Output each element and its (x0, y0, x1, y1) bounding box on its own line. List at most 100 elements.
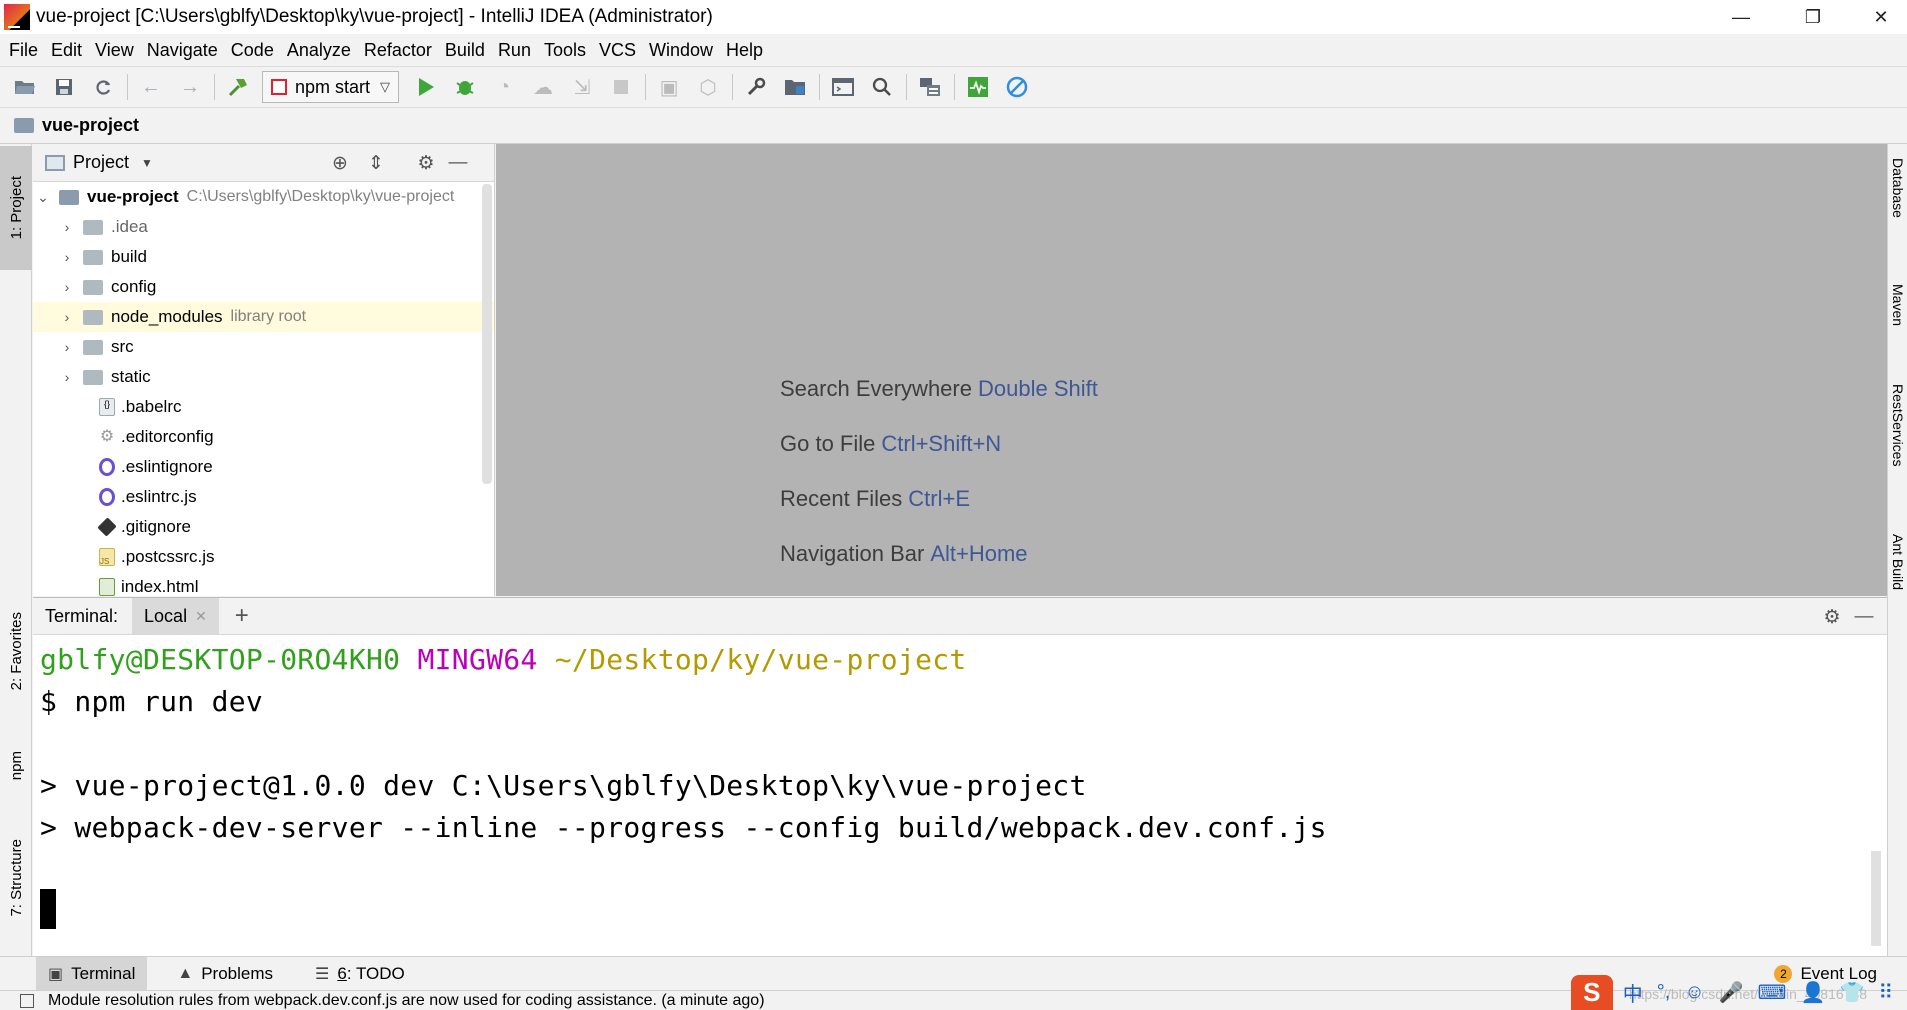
run-icon[interactable] (411, 72, 441, 102)
tool-tab-database-label: Database (1890, 158, 1906, 218)
terminal-scrollbar[interactable] (1871, 851, 1881, 946)
collapsed-arrow-icon[interactable]: › (59, 369, 75, 385)
back-icon[interactable]: ← (136, 72, 166, 102)
shirt-icon[interactable]: 👕 (1839, 980, 1864, 1005)
tree-item-config[interactable]: › config (33, 272, 494, 302)
menu-refactor[interactable]: Refactor (359, 40, 437, 61)
run-config-select[interactable]: npm start ▽ (262, 71, 400, 103)
build-icon[interactable] (223, 72, 253, 102)
tree-item-babelrc[interactable]: {} .babelrc (33, 392, 494, 422)
collapsed-arrow-icon[interactable]: › (59, 219, 75, 235)
menu-code[interactable]: Code (226, 40, 279, 61)
menu-help[interactable]: Help (721, 40, 768, 61)
user-icon[interactable]: 👤 (1801, 980, 1826, 1005)
ime-logo-icon[interactable]: S (1570, 975, 1613, 1010)
collapsed-arrow-icon[interactable]: › (59, 279, 75, 295)
breadcrumb-project[interactable]: vue-project (42, 115, 139, 136)
close-button[interactable]: ✕ (1853, 0, 1907, 34)
tree-item-gitignore[interactable]: .gitignore (33, 512, 494, 542)
status-message[interactable]: Module resolution rules from webpack.dev… (48, 992, 765, 1010)
tool-tab-database[interactable]: Database (1888, 158, 1907, 258)
tree-item-index-html[interactable]: index.html (33, 572, 494, 596)
emoji-icon[interactable]: ☺ (1684, 981, 1704, 1004)
project-view-selector[interactable]: Project (73, 152, 129, 173)
bottom-tab-todo[interactable]: ☰ 6: TODO (303, 957, 417, 990)
tool-tab-project[interactable]: 1: Project (0, 146, 32, 270)
debug-icon[interactable] (450, 72, 480, 102)
terminal-tab-local[interactable]: Local ✕ (132, 598, 219, 634)
menu-analyze[interactable]: Analyze (282, 40, 356, 61)
stop-icon[interactable] (606, 72, 636, 102)
ime-language-indicator[interactable]: 中 (1623, 978, 1643, 1007)
tool-tab-maven[interactable]: Maven (1888, 284, 1907, 364)
navigation-bar: vue-project (0, 108, 1907, 144)
tool-tab-structure[interactable]: 7: Structure (0, 819, 32, 937)
menu-tools[interactable]: Tools (539, 40, 591, 61)
keyboard-icon[interactable]: ⌨ (1758, 980, 1787, 1005)
tool-tab-favorites[interactable]: 2: Favorites (0, 591, 32, 711)
gear-icon[interactable]: ⚙ (413, 150, 439, 176)
new-terminal-icon[interactable]: + (235, 602, 249, 630)
terminal-icon[interactable] (828, 72, 858, 102)
restore-button[interactable]: ❐ (1785, 0, 1841, 34)
tree-item-src[interactable]: › src (33, 332, 494, 362)
folder-icon[interactable] (780, 72, 810, 102)
collapse-all-icon[interactable]: ⇕ (363, 150, 389, 176)
menu-edit[interactable]: Edit (46, 40, 87, 61)
project-scrollbar[interactable] (482, 184, 492, 484)
tree-item-build[interactable]: › build (33, 242, 494, 272)
save-icon[interactable] (49, 72, 79, 102)
attach-icon[interactable]: ⇲ (567, 72, 597, 102)
close-icon[interactable]: ✕ (195, 608, 207, 625)
tree-item-idea[interactable]: › .idea (33, 212, 494, 242)
tree-item-static[interactable]: › static (33, 362, 494, 392)
expanded-arrow-icon[interactable]: ⌄ (35, 189, 51, 206)
menu-build[interactable]: Build (440, 40, 490, 61)
tree-item-editorconfig[interactable]: ⚙ .editorconfig (33, 422, 494, 452)
menu-navigate[interactable]: Navigate (142, 40, 223, 61)
tree-item-node-modules[interactable]: › node_modules library root (33, 302, 494, 332)
wrench-icon[interactable] (741, 72, 771, 102)
tree-root[interactable]: ⌄ vue-project C:\Users\gblfy\Desktop\ky\… (33, 182, 494, 212)
forward-icon[interactable]: → (175, 72, 205, 102)
gear-icon[interactable]: ⚙ (1819, 604, 1845, 630)
menu-run[interactable]: Run (493, 40, 536, 61)
menu-vcs[interactable]: VCS (594, 40, 641, 61)
sync-icon[interactable] (88, 72, 118, 102)
grid-icon[interactable]: ⠿ (1878, 980, 1893, 1005)
prompt-env: MINGW64 (417, 643, 538, 676)
profile-icon[interactable]: ☁ (528, 72, 558, 102)
tool-tab-ant-build[interactable]: Ant Build (1888, 534, 1907, 644)
menu-window[interactable]: Window (644, 40, 718, 61)
menu-view[interactable]: View (90, 40, 139, 61)
tool-tab-npm[interactable]: npm (0, 731, 32, 801)
vcs-icon[interactable] (915, 72, 945, 102)
hide-icon[interactable]: — (1851, 604, 1877, 630)
locate-icon[interactable]: ⊕ (327, 150, 353, 176)
open-icon[interactable] (10, 72, 40, 102)
collapsed-arrow-icon[interactable]: › (59, 339, 75, 355)
collapsed-arrow-icon[interactable]: › (59, 249, 75, 265)
coverage-icon[interactable]: ◔ (489, 72, 519, 102)
search-icon[interactable] (867, 72, 897, 102)
minimize-button[interactable]: — (1713, 0, 1769, 34)
punctuation-icon[interactable]: °, (1657, 981, 1671, 1004)
chevron-down-icon[interactable]: ▼ (141, 156, 153, 170)
monitor-icon[interactable] (963, 72, 993, 102)
tree-item-postcssrc[interactable]: JS .postcssrc.js (33, 542, 494, 572)
collapsed-arrow-icon[interactable]: › (59, 309, 75, 325)
bottom-tab-terminal[interactable]: ▣ Terminal (36, 957, 148, 990)
settings-icon[interactable]: ⬡ (693, 72, 723, 102)
bottom-tab-problems[interactable]: ▲ Problems (165, 957, 285, 990)
tool-tab-restservices[interactable]: RestServices (1888, 384, 1907, 514)
tree-item-eslintignore[interactable]: .eslintignore (33, 452, 494, 482)
microphone-icon[interactable]: 🎤 (1719, 980, 1744, 1005)
toggle-tool-windows-icon[interactable] (20, 993, 34, 1008)
block-icon[interactable] (1002, 72, 1032, 102)
hide-icon[interactable]: — (445, 150, 471, 176)
terminal-icon: ▣ (48, 965, 64, 983)
project-structure-icon[interactable]: ▣ (654, 72, 684, 102)
terminal-output[interactable]: gblfy@DESKTOP-0RO4KH0 MINGW64 ~/Desktop/… (33, 635, 1887, 956)
tree-item-eslintrc[interactable]: .eslintrc.js (33, 482, 494, 512)
menu-file[interactable]: File (4, 40, 43, 61)
